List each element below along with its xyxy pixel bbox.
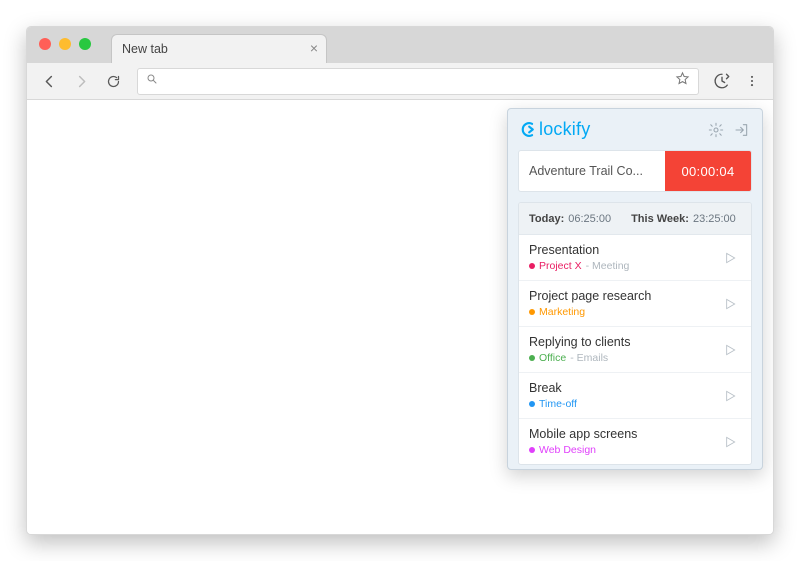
- timer-elapsed: 00:00:04: [681, 164, 734, 179]
- timer-description[interactable]: Adventure Trail Co...: [519, 164, 665, 178]
- minimize-window-button[interactable]: [59, 38, 71, 50]
- summary-bar: Today:06:25:00 This Week:23:25:00: [519, 203, 751, 235]
- maximize-window-button[interactable]: [79, 38, 91, 50]
- stop-timer-button[interactable]: 00:00:04: [665, 151, 751, 191]
- bookmark-star-icon[interactable]: [675, 71, 690, 91]
- url-input[interactable]: [166, 74, 667, 89]
- forward-button[interactable]: [67, 67, 95, 95]
- clockify-popup: lockify Adventure Trail Co... 00:00:04: [507, 108, 763, 470]
- tab-strip: New tab ×: [27, 27, 773, 63]
- popup-header: lockify: [508, 109, 762, 148]
- time-entry[interactable]: Mobile app screens Web Design: [519, 419, 751, 464]
- time-entry[interactable]: Project page research Marketing: [519, 281, 751, 327]
- project-color-dot: [529, 447, 535, 453]
- play-entry-button[interactable]: [719, 339, 741, 361]
- play-entry-button[interactable]: [719, 385, 741, 407]
- week-summary: This Week:23:25:00: [631, 213, 736, 225]
- project-name: Marketing: [539, 306, 585, 318]
- project-color-dot: [529, 263, 535, 269]
- tab-title: New tab: [122, 42, 168, 56]
- search-icon: [146, 72, 158, 90]
- project-color-dot: [529, 309, 535, 315]
- play-entry-button[interactable]: [719, 293, 741, 315]
- project-color-dot: [529, 355, 535, 361]
- reload-button[interactable]: [99, 67, 127, 95]
- settings-gear-icon[interactable]: [708, 122, 724, 138]
- entry-meta: Web Design: [529, 444, 637, 456]
- clockify-logo: lockify: [520, 119, 590, 140]
- time-entry[interactable]: Replying to clients Office - Emails: [519, 327, 751, 373]
- brand-text: lockify: [539, 119, 590, 140]
- entry-title: Replying to clients: [529, 335, 630, 349]
- browser-tab[interactable]: New tab ×: [111, 34, 327, 63]
- project-name: Office: [539, 352, 566, 364]
- clockify-logo-icon: [520, 121, 537, 138]
- entry-meta: Project X - Meeting: [529, 260, 629, 272]
- entry-title: Project page research: [529, 289, 651, 303]
- entry-meta: Time-off: [529, 398, 577, 410]
- time-entry[interactable]: Presentation Project X - Meeting: [519, 235, 751, 281]
- back-button[interactable]: [35, 67, 63, 95]
- entry-title: Presentation: [529, 243, 629, 257]
- entries-section: Today:06:25:00 This Week:23:25:00 Presen…: [518, 202, 752, 465]
- window-controls: [39, 38, 91, 50]
- clockify-extension-icon[interactable]: [709, 68, 735, 94]
- browser-window: New tab ×: [26, 26, 774, 535]
- entry-title: Mobile app screens: [529, 427, 637, 441]
- browser-menu-button[interactable]: [739, 68, 765, 94]
- entry-meta: Office - Emails: [529, 352, 630, 364]
- project-name: Project X: [539, 260, 582, 272]
- entry-tag: - Meeting: [586, 260, 630, 272]
- address-bar[interactable]: [137, 68, 699, 95]
- browser-toolbar: [27, 63, 773, 100]
- today-summary: Today:06:25:00: [529, 213, 611, 225]
- play-entry-button[interactable]: [719, 431, 741, 453]
- play-entry-button[interactable]: [719, 247, 741, 269]
- project-color-dot: [529, 401, 535, 407]
- close-window-button[interactable]: [39, 38, 51, 50]
- close-tab-button[interactable]: ×: [310, 41, 318, 55]
- entry-tag: - Emails: [570, 352, 608, 364]
- project-name: Time-off: [539, 398, 577, 410]
- logout-icon[interactable]: [734, 122, 750, 138]
- entry-title: Break: [529, 381, 577, 395]
- time-entry[interactable]: Break Time-off: [519, 373, 751, 419]
- project-name: Web Design: [539, 444, 596, 456]
- active-timer-card: Adventure Trail Co... 00:00:04: [518, 150, 752, 192]
- page-content: lockify Adventure Trail Co... 00:00:04: [27, 100, 773, 534]
- entry-meta: Marketing: [529, 306, 651, 318]
